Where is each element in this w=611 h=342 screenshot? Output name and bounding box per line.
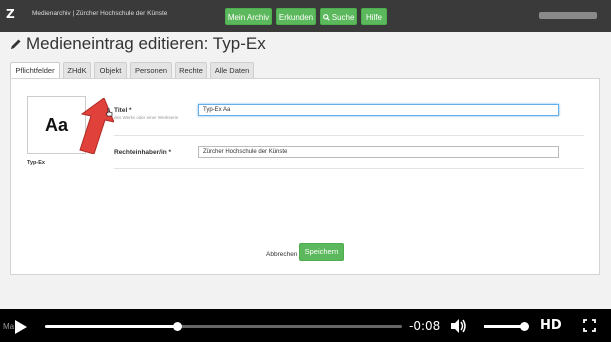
progress-fill — [45, 325, 178, 328]
time-remaining: -0:08 — [409, 319, 441, 333]
video-player-controls: Ma -0:08 HD — [0, 312, 611, 342]
progress-bar[interactable] — [45, 322, 402, 331]
nav-hilfe-button[interactable]: Hilfe — [361, 8, 387, 25]
title-field-label: Titel * — [114, 107, 132, 114]
hd-quality-button[interactable]: HD — [540, 318, 562, 333]
top-navbar: Z Medienarchiv | Zürcher Hochschule der … — [0, 0, 611, 32]
rights-holder-input[interactable]: Zürcher Hochschule der Künste — [198, 146, 559, 158]
volume-icon[interactable] — [451, 319, 467, 338]
user-menu[interactable] — [539, 12, 597, 19]
search-icon — [322, 10, 330, 27]
nav-suche-button[interactable]: Suche — [320, 8, 357, 25]
tab-personen[interactable]: Personen — [130, 62, 172, 78]
pencil-icon — [10, 35, 22, 49]
nav-erkunden-button[interactable]: Erkunden — [276, 8, 316, 25]
player-overlay-text: Ma — [3, 322, 15, 331]
tab-rechte[interactable]: Rechte — [175, 62, 207, 78]
title-input[interactable]: Typ-Ex Aa — [198, 104, 559, 116]
tab-zhdk[interactable]: ZHdK — [63, 62, 91, 78]
nav-suche-label: Suche — [331, 13, 355, 22]
nav-mein-archiv-button[interactable]: Mein Archiv — [225, 8, 272, 25]
tab-objekt[interactable]: Objekt — [94, 62, 127, 78]
save-button[interactable]: Speichern — [299, 243, 344, 261]
page-title-text: Medieneintrag editieren: Typ-Ex — [26, 34, 266, 53]
cancel-link[interactable]: Abbrechen — [266, 251, 297, 258]
title-field-hint: des Werks oder einer Werkserie — [114, 115, 179, 120]
app-logo[interactable]: Z — [6, 7, 15, 21]
divider — [114, 135, 584, 136]
tab-alle-daten[interactable]: Alle Daten — [210, 62, 254, 78]
media-thumbnail-caption: Typ-Ex — [27, 160, 45, 166]
volume-slider[interactable] — [484, 322, 529, 331]
volume-fill — [484, 325, 524, 328]
rights-holder-field-label: Rechteinhaber/in * — [114, 149, 172, 156]
tab-pflichtfelder[interactable]: Pflichtfelder — [10, 62, 60, 78]
progress-handle[interactable] — [173, 322, 183, 331]
main-content: Medieneintrag editieren: Typ-Ex Pflichtf… — [0, 32, 611, 309]
volume-handle[interactable] — [519, 322, 529, 331]
divider — [114, 168, 584, 169]
play-icon[interactable] — [15, 320, 27, 339]
fullscreen-icon[interactable] — [583, 319, 596, 337]
page-title: Medieneintrag editieren: Typ-Ex — [10, 34, 266, 54]
pointer-hand-icon — [105, 104, 113, 122]
app-title[interactable]: Medienarchiv | Zürcher Hochschule der Kü… — [32, 10, 167, 17]
